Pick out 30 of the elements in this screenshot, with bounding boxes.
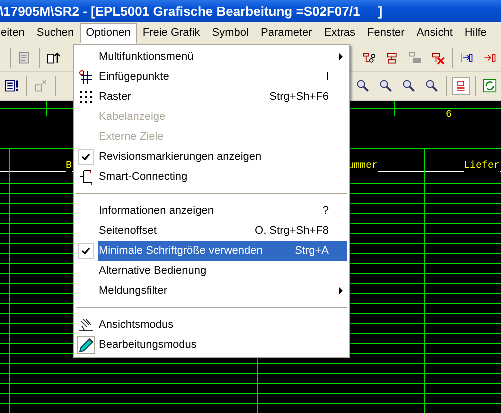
window-title: \17905M\SR2 - [EPL5001 Grafische Bearbeitung =S02F07/1 ] xyxy=(0,4,383,18)
menu-item[interactable]: Revisionsmarkierungen anzeigen xyxy=(98,147,347,167)
menu-bar-item[interactable]: eiten xyxy=(0,22,31,44)
menu-bar-item[interactable]: Parameter xyxy=(254,22,318,44)
column-label: Liefer xyxy=(464,161,500,172)
menu-bar-item[interactable]: Extras xyxy=(318,22,362,44)
menu-bar-item[interactable]: Suchen xyxy=(30,22,80,44)
menu-item[interactable]: Bearbeitungsmodus xyxy=(98,335,347,355)
menu-item[interactable]: Seitenoffset O, Strg+Sh+F8 xyxy=(98,221,347,241)
menu-bar-item[interactable]: Freie Grafik xyxy=(136,22,206,44)
menu-item[interactable]: Minimale Schriftgröße verwenden Strg+A xyxy=(98,241,347,261)
connector-icon xyxy=(78,169,94,185)
menu-item[interactable]: Smart-Connecting xyxy=(98,167,347,187)
menu-item[interactable]: Raster Strg+Sh+F6 xyxy=(98,87,347,107)
menu-bar-item[interactable]: Ansicht xyxy=(410,22,459,44)
menu-item[interactable]: Meldungsfilter xyxy=(98,281,347,301)
error-list-icon[interactable] xyxy=(452,77,470,95)
menu-item[interactable]: Informationen anzeigen ? xyxy=(98,201,347,221)
menu-bar-item[interactable]: Fenster xyxy=(362,22,411,44)
column-label: B xyxy=(66,161,72,172)
menu-item[interactable]: Alternative Bedienung xyxy=(98,261,347,281)
menu-item[interactable]: Multifunktionsmenü xyxy=(98,47,347,67)
grid-icon xyxy=(78,89,94,105)
menu-item[interactable]: Einfügepunkte I xyxy=(98,67,347,87)
menu-item[interactable]: Ansichtsmodus xyxy=(98,315,347,335)
insert-points-icon xyxy=(78,69,94,85)
menu-bar-item[interactable]: Hilfe xyxy=(458,22,493,44)
refresh-icon[interactable] xyxy=(481,77,499,95)
menu-bar-item[interactable]: Optionen xyxy=(80,22,137,44)
menu-bar-item[interactable]: Symbol xyxy=(206,22,255,44)
